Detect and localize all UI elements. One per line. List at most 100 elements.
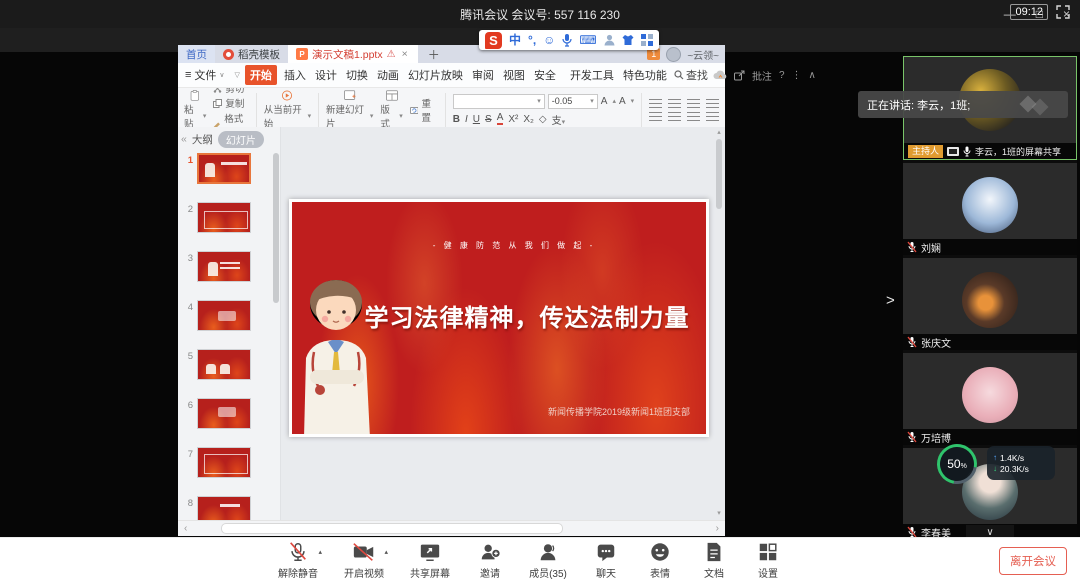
- paste-button[interactable]: 粘贴▾: [184, 90, 206, 130]
- participant-tile[interactable]: 万培博: [903, 353, 1077, 445]
- indent-increase-icon[interactable]: [706, 99, 719, 108]
- collapse-ribbon-icon[interactable]: ∧: [809, 70, 816, 81]
- participant-tile[interactable]: 张庆文: [903, 258, 1077, 350]
- shrink-font-button[interactable]: A▾: [619, 96, 634, 107]
- emoji-button[interactable]: 表情: [640, 541, 680, 580]
- file-menu[interactable]: ≡ 文件 ∨: [185, 67, 225, 83]
- leave-meeting-button[interactable]: 离开会议: [999, 547, 1067, 575]
- mic-options-caret-icon[interactable]: ▴: [318, 548, 322, 556]
- play-from-current-button[interactable]: 从当前开始▾: [264, 90, 311, 130]
- justify-icon[interactable]: [706, 112, 719, 121]
- fullscreen-icon[interactable]: [1056, 5, 1070, 19]
- italic-button[interactable]: I: [465, 114, 468, 125]
- slide-2-thumbnail[interactable]: [197, 202, 251, 233]
- pin-ribbon-icon[interactable]: ▽: [235, 71, 240, 79]
- menu-tab-features[interactable]: 特色功能: [621, 65, 669, 85]
- menu-tab-home[interactable]: 开始: [245, 65, 277, 85]
- menu-tab-security[interactable]: 安全: [532, 65, 558, 85]
- menu-tab-view[interactable]: 视图: [501, 65, 527, 85]
- align-left-icon[interactable]: [649, 112, 662, 121]
- subscript-button[interactable]: X₂: [523, 114, 534, 125]
- slide-thumb-row[interactable]: 5: [182, 349, 272, 380]
- scroll-right-icon[interactable]: ›: [710, 523, 725, 534]
- slide-3-thumbnail[interactable]: [197, 251, 251, 282]
- wps-account-name[interactable]: ~云领~: [687, 47, 719, 62]
- vertical-scroll-thumb[interactable]: [716, 139, 722, 209]
- docs-button[interactable]: 文档: [694, 541, 734, 580]
- slide-8-thumbnail[interactable]: [197, 496, 251, 520]
- wps-account-avatar[interactable]: [666, 47, 681, 62]
- slide-thumb-row[interactable]: 7: [182, 447, 272, 478]
- font-color-button[interactable]: A: [497, 113, 504, 125]
- bold-button[interactable]: B: [453, 114, 460, 125]
- sogou-emoji-icon[interactable]: ☺: [543, 31, 555, 49]
- start-video-button[interactable]: 开启视频 ▴: [338, 541, 390, 580]
- share-screen-button[interactable]: 共享屏幕: [404, 541, 456, 580]
- tab-outline[interactable]: 大纲: [192, 132, 213, 147]
- sogou-grid-icon[interactable]: [641, 34, 653, 46]
- cut-button[interactable]: 剪切: [213, 88, 249, 95]
- underline-button[interactable]: U: [473, 114, 480, 125]
- sogou-account-icon[interactable]: [604, 34, 615, 46]
- slide-thumb-row[interactable]: 3: [182, 251, 272, 282]
- number-list-icon[interactable]: [668, 99, 681, 108]
- share-icon[interactable]: [734, 70, 745, 81]
- cloud-sync-icon[interactable]: [713, 70, 727, 80]
- slide-page[interactable]: - 健 康 防 范 从 我 们 做 起 - 学习法律精神，传达法制力量 新闻传播…: [289, 199, 709, 437]
- help-icon[interactable]: ?: [779, 70, 785, 81]
- kebab-menu-icon[interactable]: ⋮: [792, 70, 802, 81]
- slide-thumb-row[interactable]: 8: [182, 496, 272, 520]
- sogou-lang-icon[interactable]: 中: [509, 31, 521, 49]
- char-spacing-combo[interactable]: -0.05▾: [548, 94, 598, 109]
- slide-thumb-row[interactable]: 6: [182, 398, 272, 429]
- tab-docer-templates[interactable]: 稻壳模板: [215, 45, 288, 63]
- chat-button[interactable]: 聊天: [586, 541, 626, 580]
- tab-presentation-document[interactable]: P 演示文稿1.pptx ⚠ ×: [288, 45, 418, 63]
- slide-thumb-row[interactable]: 4: [182, 300, 272, 331]
- bullet-list-icon[interactable]: [649, 99, 662, 108]
- unmute-button[interactable]: 解除静音 ▴: [272, 541, 324, 580]
- indent-decrease-icon[interactable]: [687, 99, 700, 108]
- tab-close-icon[interactable]: ×: [400, 48, 410, 60]
- menu-tab-devtools[interactable]: 开发工具: [568, 65, 616, 85]
- slide-1-thumbnail[interactable]: [197, 153, 251, 184]
- menu-tab-transition[interactable]: 切换: [344, 65, 370, 85]
- horizontal-scroll-thumb[interactable]: [221, 523, 563, 534]
- members-button[interactable]: 成员(35): [524, 541, 572, 580]
- sogou-tone-icon[interactable]: °,: [528, 31, 536, 49]
- slide-4-thumbnail[interactable]: [197, 300, 251, 331]
- menu-tab-slideshow[interactable]: 幻灯片放映: [406, 65, 465, 85]
- settings-button[interactable]: 设置: [748, 541, 788, 580]
- highlight-button[interactable]: ◇: [539, 114, 547, 125]
- sogou-voice-icon[interactable]: [562, 34, 572, 47]
- new-slide-button[interactable]: 新建幻灯片▾: [326, 90, 373, 130]
- sogou-keyboard-icon[interactable]: ⌨: [579, 31, 596, 49]
- align-center-icon[interactable]: [668, 112, 681, 121]
- scroll-left-icon[interactable]: ‹: [178, 523, 193, 534]
- find-button[interactable]: 查找: [674, 67, 708, 83]
- sogou-logo-icon[interactable]: S: [485, 32, 502, 49]
- reset-button[interactable]: 重置: [410, 96, 438, 124]
- horizontal-scrollbar[interactable]: ‹ ›: [178, 520, 725, 536]
- copy-button[interactable]: 复制: [213, 96, 249, 110]
- menu-tab-insert[interactable]: 插入: [282, 65, 308, 85]
- superscript-button[interactable]: X²: [508, 114, 518, 125]
- participant-tile[interactable]: 刘娴: [903, 163, 1077, 255]
- menu-tab-design[interactable]: 设计: [313, 65, 339, 85]
- video-options-caret-icon[interactable]: ▴: [384, 548, 388, 556]
- slide-6-thumbnail[interactable]: [197, 398, 251, 429]
- sogou-skin-icon[interactable]: [622, 34, 634, 46]
- menu-tab-review[interactable]: 审阅: [470, 65, 496, 85]
- tab-slides[interactable]: 幻灯片: [218, 131, 264, 148]
- comment-button[interactable]: 批注: [752, 68, 772, 83]
- strikethrough-button[interactable]: S: [485, 114, 492, 125]
- font-name-combo[interactable]: ▾: [453, 94, 545, 109]
- slide-thumb-row[interactable]: 2: [182, 202, 272, 233]
- grow-font-button[interactable]: A▴: [601, 96, 616, 107]
- slide-5-thumbnail[interactable]: [197, 349, 251, 380]
- new-tab-button[interactable]: ＋: [418, 45, 450, 63]
- align-right-icon[interactable]: [687, 112, 700, 121]
- slide-7-thumbnail[interactable]: [197, 447, 251, 478]
- menu-tab-animation[interactable]: 动画: [375, 65, 401, 85]
- document-warning-icon[interactable]: ⚠: [387, 49, 396, 60]
